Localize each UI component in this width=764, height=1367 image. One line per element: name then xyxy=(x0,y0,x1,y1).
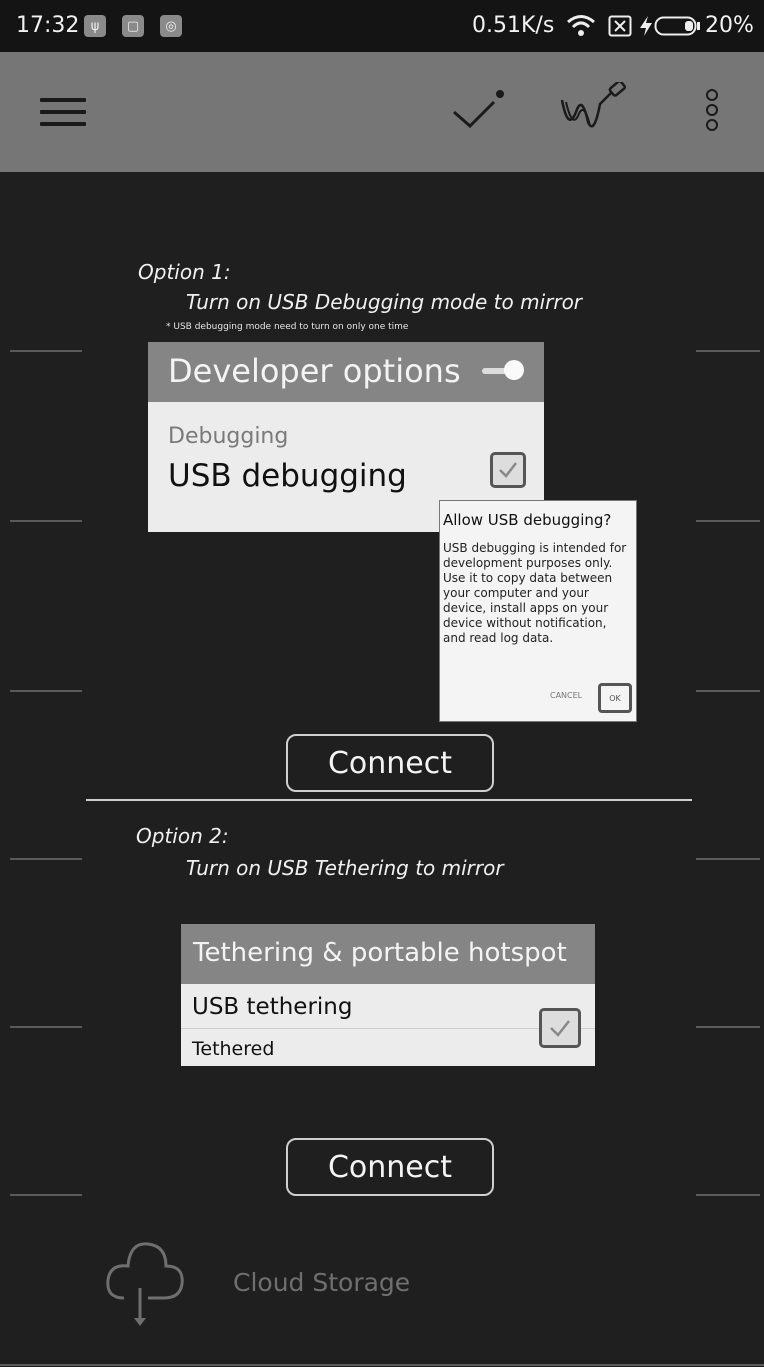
dialog-title: Allow USB debugging? xyxy=(443,511,612,529)
checkmark-icon xyxy=(499,462,517,478)
cloud-storage-icon[interactable] xyxy=(102,1232,186,1332)
divider-line xyxy=(0,1364,764,1366)
menu-icon[interactable] xyxy=(40,98,86,130)
divider-line xyxy=(10,690,82,692)
option1-title: Turn on USB Debugging mode to mirror xyxy=(186,290,583,314)
toggle-switch[interactable] xyxy=(504,360,524,380)
main-content: Option 1: Turn on USB Debugging mode to … xyxy=(0,172,764,1367)
app-toolbar xyxy=(0,52,764,172)
tethering-title: Tethering & portable hotspot xyxy=(193,938,567,968)
battery-icon xyxy=(654,16,700,36)
usb-debugging-label: USB debugging xyxy=(168,458,407,494)
tethered-status: Tethered xyxy=(192,1038,275,1060)
connect-button-usb-tethering[interactable]: Connect xyxy=(286,1138,494,1196)
wifi-icon xyxy=(567,15,595,36)
divider-line xyxy=(696,350,760,352)
option2-title: Turn on USB Tethering to mirror xyxy=(186,856,504,880)
divider-line xyxy=(10,1194,82,1196)
check-icon[interactable] xyxy=(450,88,510,134)
usb-icon: ψ xyxy=(84,15,106,37)
divider-line xyxy=(696,1026,760,1028)
dialog-body: USB debugging is intended for developmen… xyxy=(443,541,627,645)
row-divider xyxy=(181,1028,595,1029)
dialog-cancel-button[interactable]: CANCEL xyxy=(550,691,582,700)
developer-options-header: Developer options xyxy=(148,342,544,402)
usb-debugging-checkbox[interactable] xyxy=(490,452,526,488)
divider-line xyxy=(10,350,82,352)
divider-line xyxy=(10,520,82,522)
tethering-card: USB tethering Tethered xyxy=(181,984,595,1066)
connect-button-usb-debugging[interactable]: Connect xyxy=(286,734,494,792)
status-time: 17:32 xyxy=(16,13,80,38)
allow-usb-debugging-dialog: Allow USB debugging? USB debugging is in… xyxy=(439,500,637,722)
more-options-icon[interactable] xyxy=(704,88,720,138)
option1-note: * USB debugging mode need to turn on onl… xyxy=(166,322,409,332)
divider-line xyxy=(10,1026,82,1028)
tethering-header: Tethering & portable hotspot xyxy=(181,924,595,984)
charging-icon xyxy=(640,16,652,36)
option2-label: Option 2: xyxy=(136,824,229,848)
section-divider xyxy=(86,799,692,801)
debugging-section-label: Debugging xyxy=(168,424,289,449)
dialog-ok-button[interactable]: OK xyxy=(598,683,632,713)
option1-label: Option 1: xyxy=(138,260,231,284)
cloud-storage-label[interactable]: Cloud Storage xyxy=(233,1268,410,1297)
sim-icon xyxy=(608,15,632,37)
status-bar: 17:32 ψ ▢ ◎ 0.51K/s 20% xyxy=(0,0,764,52)
usb-tethering-label: USB tethering xyxy=(192,994,353,1020)
app-icon: ◎ xyxy=(160,15,182,37)
divider-line xyxy=(696,690,760,692)
battery-percent: 20% xyxy=(705,13,754,38)
divider-line xyxy=(10,858,82,860)
network-speed: 0.51K/s xyxy=(472,13,555,38)
checkmark-icon xyxy=(550,1020,570,1037)
usb-tethering-checkbox[interactable] xyxy=(539,1008,581,1048)
divider-line xyxy=(696,520,760,522)
divider-line xyxy=(696,858,760,860)
developer-options-title: Developer options xyxy=(168,352,461,390)
notification-icon: ▢ xyxy=(122,15,144,37)
cable-icon[interactable] xyxy=(560,82,632,136)
divider-line xyxy=(696,1194,760,1196)
